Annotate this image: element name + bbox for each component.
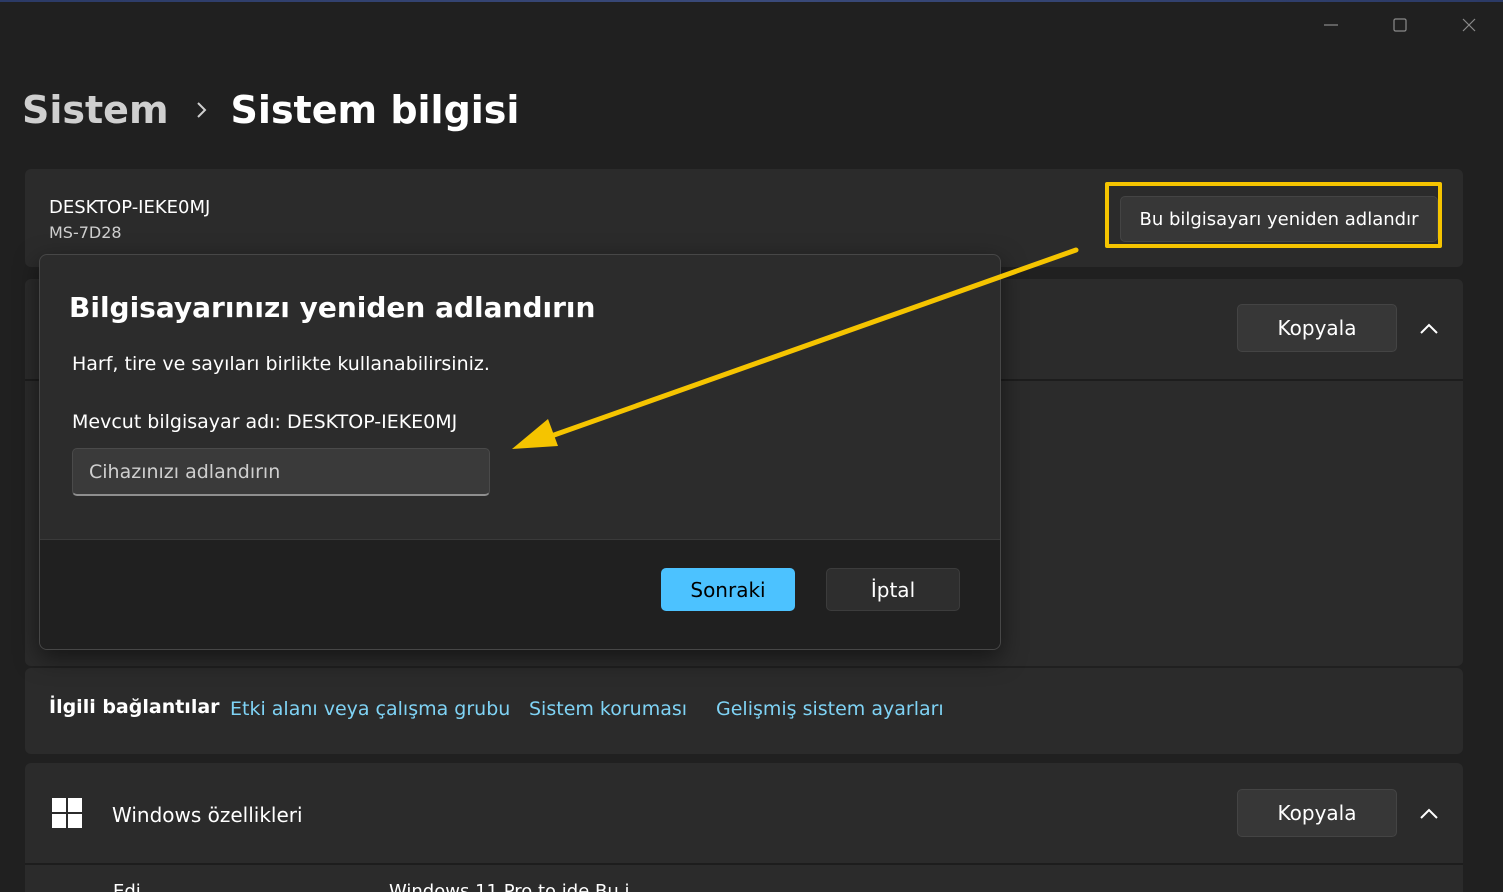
- maximize-icon: [1392, 18, 1407, 32]
- maximize-button[interactable]: [1365, 8, 1434, 42]
- link-system-protection[interactable]: Sistem koruması: [529, 698, 687, 720]
- dialog-footer: Sonraki İptal: [40, 539, 1000, 649]
- window-controls: [1296, 8, 1503, 42]
- rename-dialog: Bilgisayarınızı yeniden adlandırın Harf,…: [39, 254, 1001, 650]
- cancel-button[interactable]: İptal: [826, 568, 960, 611]
- edition-label: Edi: [113, 881, 141, 892]
- next-button[interactable]: Sonraki: [661, 568, 795, 611]
- new-name-input[interactable]: Cihazınızı adlandırın: [72, 448, 490, 496]
- related-links-card: İlgili bağlantılar Etki alanı veya çalış…: [25, 668, 1463, 754]
- dialog-title: Bilgisayarınızı yeniden adlandırın: [69, 291, 596, 324]
- breadcrumb: Sistem Sistem bilgisi: [22, 88, 519, 132]
- settings-window: Sistem Sistem bilgisi DESKTOP-IEKE0MJ MS…: [0, 0, 1503, 892]
- windows-features-card: Windows özellikleri Kopyala Edi Windows …: [25, 763, 1463, 892]
- windows-features-title: Windows özellikleri: [112, 803, 303, 827]
- page-title: Sistem bilgisi: [230, 88, 520, 132]
- dialog-description: Harf, tire ve sayıları birlikte kullanab…: [72, 353, 490, 375]
- chevron-up-icon[interactable]: [1414, 314, 1444, 344]
- chevron-right-icon: [195, 100, 209, 120]
- related-links-title: İlgili bağlantılar: [49, 696, 220, 718]
- close-icon: [1462, 18, 1475, 32]
- minimize-button[interactable]: [1296, 8, 1365, 42]
- device-model: MS-7D28: [49, 223, 122, 242]
- top-accent-line: [0, 0, 1503, 2]
- minimize-icon: [1323, 24, 1338, 26]
- current-pc-name: Mevcut bilgisayar adı: DESKTOP-IEKE0MJ: [72, 411, 458, 433]
- close-button[interactable]: [1434, 8, 1503, 42]
- device-name: DESKTOP-IEKE0MJ: [49, 197, 211, 218]
- windows-logo-icon: [52, 798, 82, 832]
- highlight-box: [1105, 182, 1442, 248]
- features-divider: [25, 863, 1463, 865]
- copy-features-button[interactable]: Kopyala: [1237, 789, 1397, 837]
- breadcrumb-parent[interactable]: Sistem: [22, 88, 169, 132]
- copy-specs-button[interactable]: Kopyala: [1237, 304, 1397, 352]
- edition-value: Windows 11 Pro to ide Bu i: [389, 881, 630, 892]
- link-advanced-system-settings[interactable]: Gelişmiş sistem ayarları: [716, 698, 944, 720]
- link-domain-workgroup[interactable]: Etki alanı veya çalışma grubu: [230, 698, 510, 720]
- chevron-up-icon[interactable]: [1414, 799, 1444, 829]
